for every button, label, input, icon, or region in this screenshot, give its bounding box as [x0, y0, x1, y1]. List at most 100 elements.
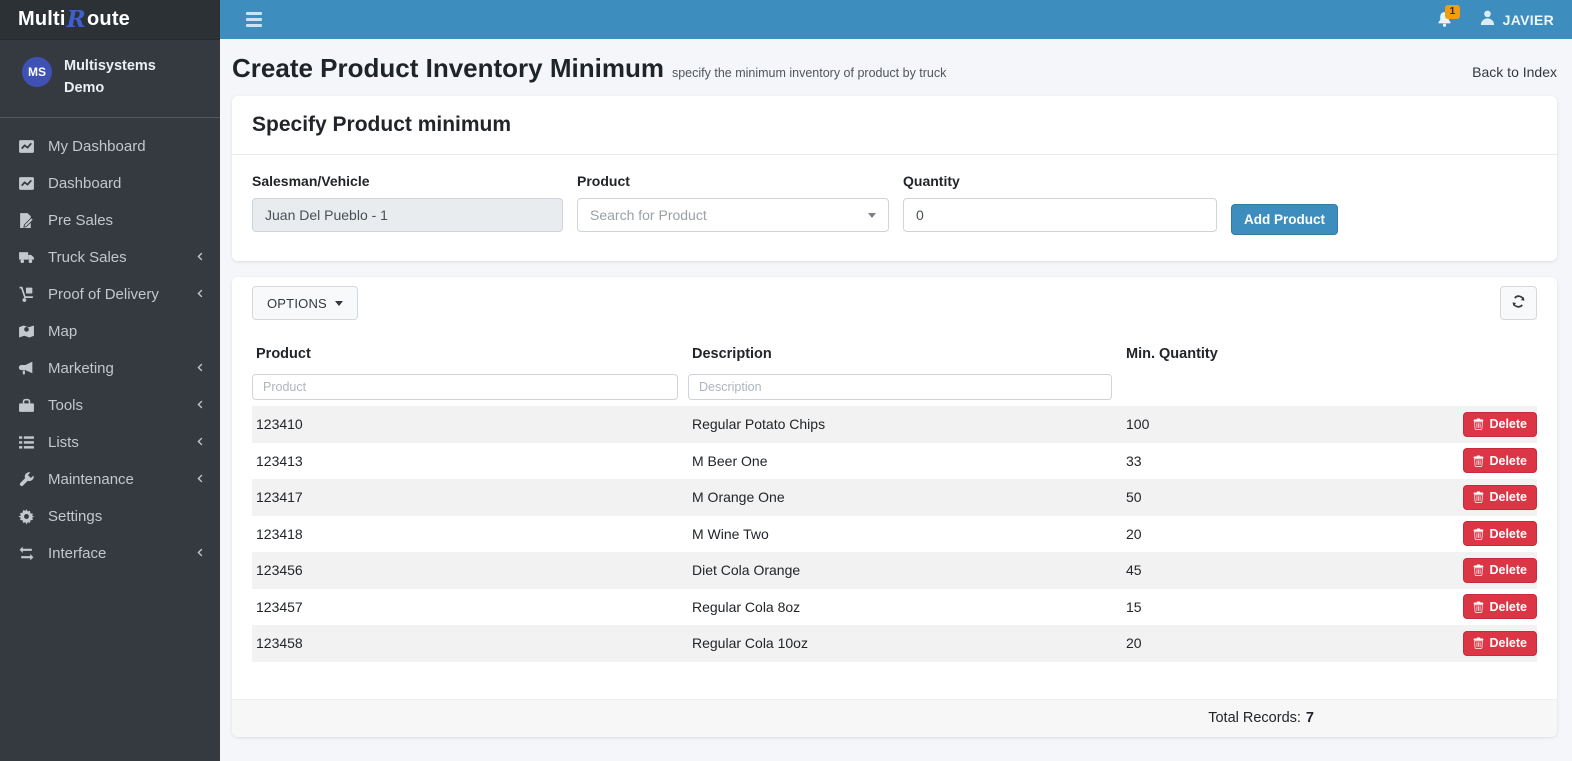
col-header-description: Description [692, 346, 772, 362]
cell-description: M Wine Two [692, 525, 769, 542]
page-title: Create Product Inventory Minimum [232, 53, 664, 83]
options-dropdown-button[interactable]: OPTIONS [252, 286, 358, 320]
page-subtitle: specify the minimum inventory of product… [671, 66, 947, 80]
description-filter-input[interactable] [688, 374, 1112, 400]
sidebar-item-map[interactable]: Map [0, 313, 220, 350]
delete-button[interactable]: Delete [1463, 448, 1537, 474]
refresh-button[interactable] [1500, 286, 1537, 320]
wrench-icon [16, 471, 36, 488]
cell-product: 123413 [256, 452, 303, 469]
delete-button[interactable]: Delete [1463, 557, 1537, 583]
sidebar-item-label: Maintenance [48, 471, 134, 488]
table-row: 123410 Regular Potato Chips 100 Delete [252, 406, 1537, 443]
product-select-placeholder: Search for Product [590, 207, 707, 223]
total-records-label: Total Records: [1208, 710, 1301, 726]
user-icon [1479, 9, 1496, 31]
cell-min-quantity: 20 [1126, 525, 1142, 542]
map-icon [16, 323, 36, 340]
org-name: Multisystems Demo [64, 58, 156, 96]
quantity-field[interactable] [903, 198, 1217, 232]
minimums-table-card: OPTIONS Product Description Min. Quantit… [232, 277, 1557, 737]
sidebar-item-maintenance[interactable]: Maintenance [0, 461, 220, 498]
page-header: Create Product Inventory Minimum specify… [220, 39, 1572, 96]
notifications-button[interactable]: 1 [1436, 5, 1461, 28]
cell-min-quantity: 20 [1126, 635, 1142, 652]
sidebar-item-label: Marketing [48, 360, 114, 377]
chevron-left-icon [195, 471, 206, 488]
add-product-button[interactable]: Add Product [1231, 204, 1338, 235]
user-menu-button[interactable]: JAVIER [1479, 9, 1554, 31]
delete-button[interactable]: Delete [1463, 521, 1537, 547]
org-user-panel[interactable]: MS Multisystems Demo [0, 39, 220, 118]
back-to-index-link[interactable]: Back to Index [1472, 64, 1557, 80]
minimums-table: Product Description Min. Quantity 123410… [252, 346, 1537, 662]
cell-description: M Beer One [692, 452, 768, 469]
chevron-left-icon [195, 249, 206, 266]
sidebar-item-label: Settings [48, 508, 103, 525]
product-select[interactable]: Search for Product [577, 198, 889, 232]
sidebar-item-settings[interactable]: Settings [0, 498, 220, 535]
salesman-vehicle-field[interactable] [252, 198, 563, 232]
table-filter-row [252, 374, 1537, 406]
sync-icon [1511, 294, 1526, 312]
trash-icon [1474, 601, 1484, 613]
caret-down-icon [868, 212, 876, 218]
sidebar-item-marketing[interactable]: Marketing [0, 350, 220, 387]
sidebar-item-tools[interactable]: Tools [0, 387, 220, 424]
sidebar-item-interface[interactable]: Interface [0, 535, 220, 572]
caret-down-icon [334, 300, 343, 306]
cell-product: 123457 [256, 598, 303, 615]
cell-product: 123456 [256, 562, 303, 579]
cell-product: 123410 [256, 416, 303, 433]
table-row: 123417 M Orange One 50 Delete [252, 479, 1537, 516]
cell-description: M Orange One [692, 489, 785, 506]
delete-button[interactable]: Delete [1463, 411, 1537, 437]
sidebar-item-my-dashboard[interactable]: My Dashboard [0, 128, 220, 165]
col-header-min-quantity: Min. Quantity [1126, 346, 1218, 362]
cell-min-quantity: 15 [1126, 598, 1142, 615]
topbar: 1 JAVIER [220, 0, 1572, 39]
table-row: 123418 M Wine Two 20 Delete [252, 516, 1537, 553]
cell-product: 123417 [256, 489, 303, 506]
menu-toggle-icon[interactable] [246, 12, 262, 27]
trash-icon [1474, 491, 1484, 504]
notification-count-badge: 1 [1444, 5, 1461, 19]
cell-description: Regular Potato Chips [692, 416, 826, 433]
toolbox-icon [16, 397, 36, 414]
sidebar-item-proof-of-delivery[interactable]: Proof of Delivery [0, 276, 220, 313]
delete-button[interactable]: Delete [1463, 594, 1537, 620]
sidebar-item-label: Map [48, 323, 78, 340]
product-filter-input[interactable] [252, 374, 678, 400]
sidebar-item-label: Interface [48, 545, 107, 562]
delete-button[interactable]: Delete [1463, 484, 1537, 510]
cell-min-quantity: 50 [1126, 489, 1142, 506]
delete-button[interactable]: Delete [1463, 630, 1537, 656]
logo-text-multi: Multi [18, 8, 66, 30]
chevron-left-icon [195, 360, 206, 377]
sidebar-item-label: Proof of Delivery [48, 286, 159, 303]
chevron-left-icon [195, 434, 206, 451]
sidebar-item-truck-sales[interactable]: Truck Sales [0, 239, 220, 276]
truck-icon [16, 249, 36, 266]
logo-text-oute: oute [86, 8, 131, 30]
cell-description: Regular Cola 10oz [692, 635, 808, 652]
total-records-value: 7 [1305, 710, 1314, 726]
chevron-left-icon [195, 545, 206, 562]
cell-min-quantity: 45 [1126, 562, 1142, 579]
gear-icon [16, 508, 36, 525]
trash-icon [1474, 564, 1484, 577]
sidebar-item-pre-sales[interactable]: Pre Sales [0, 202, 220, 239]
app-logo[interactable]: Multi Route [0, 0, 220, 39]
sidebar-item-dashboard[interactable]: Dashboard [0, 165, 220, 202]
sidebar-item-label: My Dashboard [48, 138, 146, 155]
sidebar-item-lists[interactable]: Lists [0, 424, 220, 461]
trash-icon [1474, 637, 1484, 650]
trash-icon [1474, 455, 1484, 467]
exchange-icon [16, 545, 36, 562]
trash-icon [1474, 528, 1484, 540]
chevron-left-icon [195, 286, 206, 303]
quantity-label: Quantity [903, 173, 960, 189]
sidebar-nav: My Dashboard Dashboard Pre Sales Truck Sale… [0, 118, 220, 761]
cell-product: 123418 [256, 525, 303, 542]
list-icon [16, 434, 36, 451]
